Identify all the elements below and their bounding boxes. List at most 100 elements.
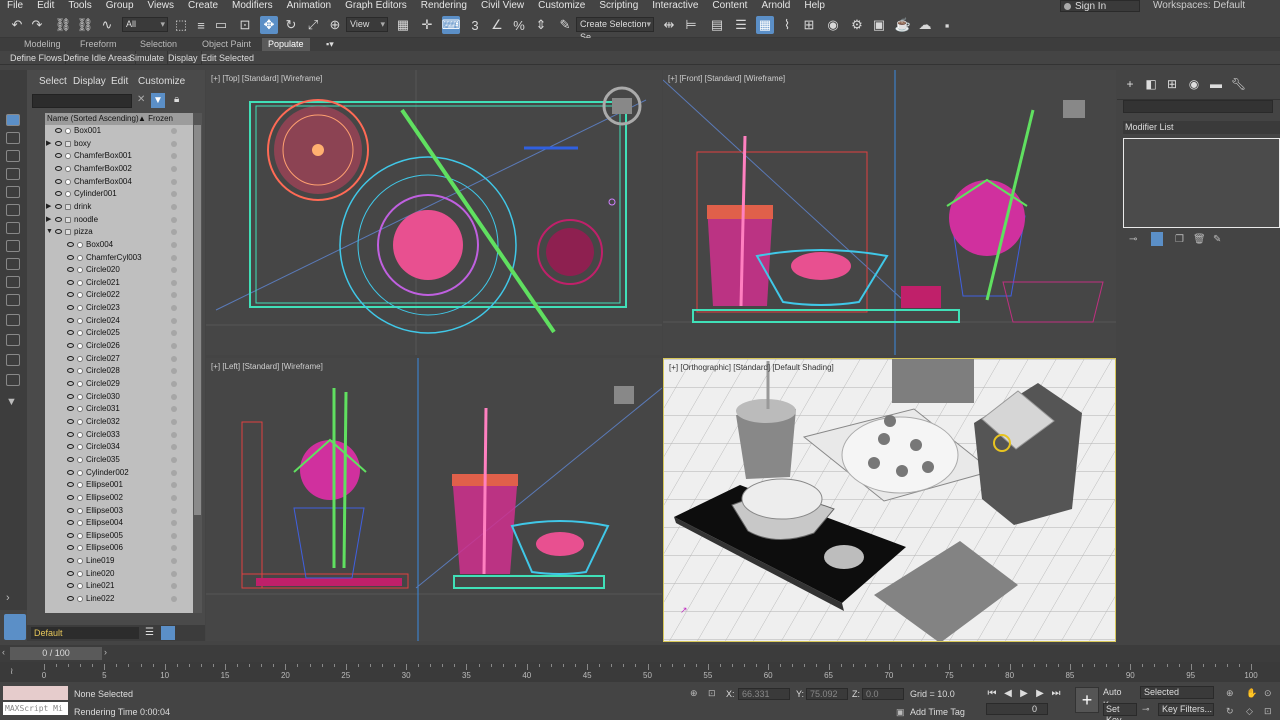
frozen-toggle-icon[interactable] (171, 267, 177, 274)
field-of-view-icon[interactable]: ◇ (1246, 706, 1253, 717)
visibility-eye-icon[interactable] (55, 165, 62, 171)
configure-sets-icon[interactable]: ✎ (1213, 234, 1221, 245)
named-selection-sets-dropdown[interactable]: Create Selection Se (576, 17, 654, 42)
display-xrefs-icon[interactable] (6, 294, 20, 306)
go-to-end-icon[interactable]: ⏭ (1049, 687, 1063, 700)
menu-item-content[interactable]: Content (705, 0, 754, 12)
list-item[interactable]: Circle034 (45, 441, 193, 454)
clear-search-icon[interactable]: ✕ (137, 94, 145, 105)
frozen-toggle-icon[interactable] (171, 317, 177, 324)
frozen-toggle-icon[interactable] (171, 330, 177, 337)
time-prev-icon[interactable]: ‹ (2, 647, 5, 657)
list-item[interactable]: Circle028 (45, 365, 193, 378)
selection-lock-icon[interactable]: ⊡ (708, 688, 716, 699)
list-item[interactable]: Ellipse006 (45, 542, 193, 555)
list-item[interactable]: Line021 (45, 580, 193, 593)
object-name-field[interactable] (1123, 100, 1273, 113)
list-item[interactable]: ChamferBox004 (45, 176, 193, 189)
modifier-list-dropdown[interactable]: Modifier List (1123, 121, 1280, 134)
ribbon-tab-populate[interactable]: Populate (262, 38, 310, 51)
visibility-eye-icon[interactable] (67, 507, 74, 513)
visibility-eye-icon[interactable] (67, 317, 74, 323)
menu-item-help[interactable]: Help (797, 0, 832, 12)
visibility-eye-icon[interactable] (67, 482, 74, 488)
select-manipulate-icon[interactable]: ✛ (418, 16, 436, 34)
visibility-eye-icon[interactable] (67, 418, 74, 424)
menu-item-rendering[interactable]: Rendering (414, 0, 474, 12)
visibility-eye-icon[interactable] (67, 279, 74, 285)
viewport-front[interactable]: [+] [Front] [Standard] [Wireframe] (663, 70, 1116, 355)
select-scale-icon[interactable]: ⤢ (304, 16, 322, 34)
frozen-toggle-icon[interactable] (171, 292, 177, 299)
frozen-toggle-icon[interactable] (171, 558, 177, 565)
remove-modifier-icon[interactable]: 🗑︎ (1193, 234, 1206, 245)
frozen-toggle-icon[interactable] (171, 520, 177, 527)
menu-item-arnold[interactable]: Arnold (754, 0, 797, 12)
maxscript-mini-listener[interactable]: MAXScript Mi (3, 702, 68, 715)
display-tab-icon[interactable]: ▬ (1209, 77, 1223, 91)
frozen-toggle-icon[interactable] (171, 456, 177, 463)
hierarchy-tab-icon[interactable]: ⊞ (1165, 77, 1179, 91)
keyboard-shortcut-override-icon[interactable]: ⌨ (442, 16, 460, 34)
visibility-eye-icon[interactable] (67, 267, 74, 273)
toggle-scene-explorer-icon[interactable]: ▤ (708, 16, 726, 34)
expand-icon[interactable]: ▶ (46, 138, 51, 150)
list-item[interactable]: Box004 (45, 239, 193, 252)
viewport-label[interactable]: [+] [Orthographic] [Standard] [Default S… (669, 363, 834, 372)
menu-item-tools[interactable]: Tools (61, 0, 98, 12)
viewport-layout-tab[interactable] (4, 614, 26, 640)
menu-item-interactive[interactable]: Interactive (645, 0, 705, 12)
collapse-icon[interactable]: ▼ (46, 226, 53, 238)
visibility-eye-icon[interactable] (67, 583, 74, 589)
ribbon-options-icon[interactable]: ▪▾ (326, 38, 334, 51)
list-item[interactable]: Line019 (45, 555, 193, 568)
pin-stack-icon[interactable]: ⊸ (1129, 234, 1137, 245)
list-item[interactable]: Ellipse004 (45, 517, 193, 530)
current-layer-field[interactable]: Default (31, 627, 139, 639)
frozen-toggle-icon[interactable] (171, 583, 177, 590)
menu-item-civil-view[interactable]: Civil View (474, 0, 531, 12)
rect-selection-icon[interactable]: ▭ (212, 16, 230, 34)
list-item[interactable]: Circle022 (45, 289, 193, 302)
display-all-icon[interactable] (6, 132, 20, 144)
display-hidden-icon[interactable] (6, 374, 20, 386)
frozen-toggle-icon[interactable] (171, 203, 177, 210)
define-flows-button[interactable]: Define Flows (7, 51, 67, 65)
zoom-extents-icon[interactable]: ⊕ (1226, 688, 1234, 699)
menu-item-graph-editors[interactable]: Graph Editors (338, 0, 414, 12)
ribbon-tab-selection[interactable]: Selection (140, 38, 177, 51)
list-item[interactable]: Circle027 (45, 353, 193, 366)
visibility-eye-icon[interactable] (55, 128, 62, 133)
menu-item-create[interactable]: Create (181, 0, 225, 12)
percent-snap-icon[interactable]: % (510, 16, 528, 34)
list-item[interactable]: Circle021 (45, 277, 193, 290)
visibility-eye-icon[interactable] (67, 545, 74, 551)
visibility-eye-icon[interactable] (67, 330, 74, 336)
explorer-menu-display[interactable]: Display (73, 76, 106, 87)
expand-icon[interactable]: ▶ (46, 214, 51, 226)
list-item[interactable]: Circle023 (45, 302, 193, 315)
spinner-snap-icon[interactable]: ⇕ (532, 16, 550, 34)
workspaces-selector[interactable]: Workspaces: Default (1153, 0, 1245, 12)
frozen-toggle-icon[interactable] (171, 368, 177, 375)
selection-filter-dropdown[interactable]: All (122, 17, 168, 32)
select-by-name-icon[interactable]: ≡ (192, 16, 210, 34)
frozen-toggle-icon[interactable] (171, 305, 177, 312)
list-item[interactable]: Ellipse003 (45, 505, 193, 518)
list-item[interactable]: Line022 (45, 593, 193, 606)
angle-snap-icon[interactable]: ∠ (488, 16, 506, 34)
filter-toggle-icon[interactable]: ▼ (151, 93, 165, 108)
display-button[interactable]: Display (165, 51, 202, 65)
render-production-icon[interactable]: ☕ (894, 16, 912, 34)
simulate-button[interactable]: Simulate (126, 51, 169, 65)
edit-selected-button[interactable]: Edit Selected (198, 51, 257, 65)
list-item[interactable]: Circle033 (45, 429, 193, 442)
frozen-toggle-icon[interactable] (171, 229, 177, 236)
visibility-eye-icon[interactable] (67, 292, 74, 298)
set-key-button[interactable]: Set Key (1103, 703, 1137, 720)
visibility-eye-icon[interactable] (67, 393, 74, 399)
list-item[interactable]: Circle031 (45, 403, 193, 416)
track-bar[interactable]: ≀ 0 5 10 15 20 25 30 35 40 45 50 55 60 65 70 75 80 85 90 95… (0, 662, 1280, 682)
display-spacewarps-icon[interactable] (6, 258, 20, 270)
menu-item-views[interactable]: Views (141, 0, 182, 12)
